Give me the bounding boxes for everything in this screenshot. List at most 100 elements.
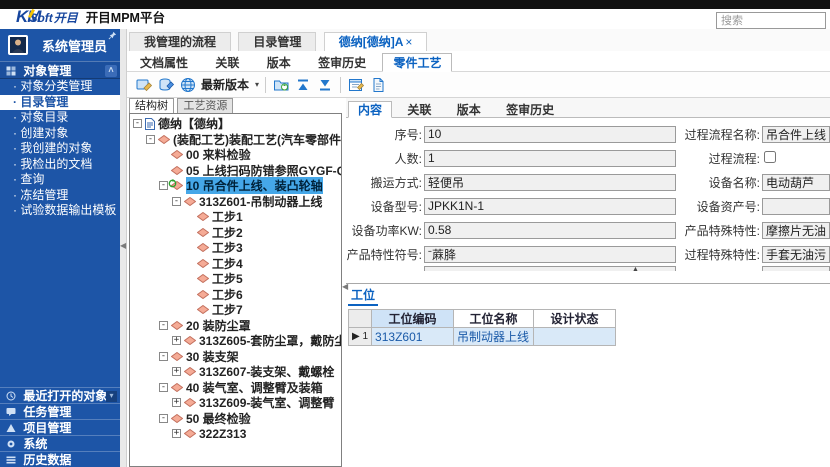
tree-node-selected[interactable]: - 10 吊合件上线、装凸轮轴 — [130, 178, 341, 194]
globe-button[interactable] — [177, 75, 199, 95]
collapse-to-top-button[interactable] — [292, 75, 314, 95]
tree-node[interactable]: 工步4 — [130, 256, 341, 272]
tab-relations-detail[interactable]: 关联 — [397, 101, 441, 118]
calendar-edit-button[interactable] — [345, 75, 367, 95]
col-station-code[interactable]: 工位编码 — [372, 310, 454, 328]
document-copy-button[interactable] — [367, 75, 389, 95]
sidebar-item-directory-management[interactable]: · 目录管理 — [0, 95, 120, 111]
tab-station[interactable]: 工位 — [348, 286, 378, 306]
tree-collapse-icon[interactable]: - — [133, 119, 142, 128]
tree-node[interactable]: + 313Z607-装支架、戴螺栓 — [130, 364, 341, 380]
user-avatar[interactable] — [8, 35, 28, 55]
sidebar-item-object-directory[interactable]: · 对象目录 — [0, 110, 120, 126]
sidebar-item-my-checked-out-docs[interactable]: · 我检出的文档 — [0, 157, 120, 173]
tree-collapse-icon[interactable]: - — [172, 197, 181, 206]
tree-node[interactable]: - 50 最终检验 — [130, 411, 341, 427]
tree-node[interactable]: 工步5 — [130, 271, 341, 287]
tree-expand-icon[interactable]: + — [172, 367, 181, 376]
col-design-status[interactable]: 设计状态 — [534, 310, 616, 328]
tab-process-resources[interactable]: 工艺资源 — [177, 98, 233, 113]
tree-collapse-icon[interactable]: - — [159, 321, 168, 330]
section-collapse-icon[interactable]: ˄ — [105, 65, 117, 77]
asset-number-input[interactable] — [762, 198, 830, 215]
pin-icon[interactable] — [108, 31, 117, 40]
process-special-input[interactable] — [762, 246, 830, 263]
sidebar-item-freeze-management[interactable]: · 冻结管理 — [0, 188, 120, 204]
tree-node[interactable]: 00 来料检验 — [130, 147, 341, 163]
device-name-input[interactable] — [762, 174, 830, 191]
tree-collapse-icon[interactable]: - — [159, 181, 168, 190]
tree-node[interactable]: - 40 装气室、调整臂及装箱 — [130, 380, 341, 396]
tab-versions[interactable]: 版本 — [256, 53, 302, 72]
sidebar-item-create-object[interactable]: · 创建对象 — [0, 126, 120, 142]
row-selector-cell[interactable]: ▶ 1 — [349, 328, 372, 346]
tab-close-icon[interactable]: × — [405, 35, 412, 49]
flow-name-input[interactable] — [762, 126, 830, 143]
design-status-cell[interactable] — [534, 328, 616, 346]
version-dropdown[interactable]: 最新版本 ▾ — [201, 76, 259, 93]
tree-node[interactable]: 工步1 — [130, 209, 341, 225]
tab-my-managed-flows[interactable]: 我管理的流程 — [129, 32, 231, 51]
panel-collapse-icon[interactable]: ◀ — [342, 282, 348, 291]
tree-node[interactable]: 工步3 — [130, 240, 341, 256]
edit-document-button[interactable] — [133, 75, 155, 95]
tree-node[interactable]: - 20 装防尘罩 — [130, 318, 341, 334]
tree-expand-icon[interactable]: + — [172, 336, 181, 345]
folder-sync-button[interactable] — [270, 75, 292, 95]
tree-node[interactable]: + 313Z605-套防尘罩，戴防尘罩螺 — [130, 333, 341, 349]
tab-versions-detail[interactable]: 版本 — [447, 101, 491, 118]
tree-collapse-icon[interactable]: - — [159, 414, 168, 423]
tree-node-root[interactable]: - 德纳【德纳】 — [130, 116, 341, 132]
tree-expand-icon[interactable]: + — [172, 398, 181, 407]
tab-relations[interactable]: 关联 — [204, 53, 250, 72]
tab-part-process[interactable]: 零件工艺 — [382, 53, 452, 72]
recent-dropdown-icon[interactable]: ▾ — [106, 391, 117, 402]
tab-document-properties[interactable]: 文档属性 — [129, 53, 199, 72]
tab-sign-history-detail[interactable]: 签审历史 — [496, 101, 564, 118]
sidebar-section-history-data[interactable]: 历史数据 — [0, 451, 120, 467]
tree-node[interactable]: + 313Z609-装气室、调整臂 — [130, 395, 341, 411]
sidebar-section-recent-objects[interactable]: 最近打开的对象 ▾ — [0, 387, 120, 403]
tree-collapse-icon[interactable]: - — [159, 383, 168, 392]
col-station-name[interactable]: 工位名称 — [454, 310, 534, 328]
tree-node[interactable]: 工步2 — [130, 225, 341, 241]
tab-sign-history[interactable]: 签审历史 — [307, 53, 377, 72]
edit-database-button[interactable] — [155, 75, 177, 95]
tab-dana-active[interactable]: 德纳[德纳]A× — [324, 32, 428, 51]
sidebar-section-object-management[interactable]: 对象管理 ˄ — [0, 61, 120, 79]
clipped-input[interactable] — [762, 266, 830, 271]
tree-node[interactable]: - (装配工艺)装配工艺(汽车零部件) — [130, 132, 341, 148]
tab-content[interactable]: 内容 — [348, 101, 392, 118]
search-input[interactable] — [716, 12, 826, 29]
process-flow-checkbox[interactable] — [764, 151, 776, 163]
product-special-input[interactable] — [762, 222, 830, 239]
seq-input[interactable] — [424, 126, 676, 143]
tab-structure-tree[interactable]: 结构树 — [129, 98, 174, 113]
handling-method-input[interactable] — [424, 174, 676, 191]
sidebar-item-query[interactable]: · 查询 — [0, 172, 120, 188]
collapse-to-bottom-button[interactable] — [314, 75, 336, 95]
sidebar-section-task-management[interactable]: 任务管理 — [0, 403, 120, 419]
sidebar-item-object-class[interactable]: · 对象分类管理 — [0, 79, 120, 95]
station-code-cell[interactable]: 313Z601 — [372, 328, 454, 346]
device-power-input[interactable] — [424, 222, 676, 239]
device-model-input[interactable] — [424, 198, 676, 215]
people-count-input[interactable] — [424, 150, 676, 167]
tree-node[interactable]: - 30 装支架 — [130, 349, 341, 365]
station-name-cell[interactable]: 吊制动器上线 — [454, 328, 534, 346]
tree-node[interactable]: 工步7 — [130, 302, 341, 318]
sidebar-splitter[interactable]: ◀ — [120, 29, 127, 467]
sidebar-section-project-management[interactable]: 项目管理 — [0, 419, 120, 435]
tree-node[interactable]: - 313Z601-吊制动器上线 — [130, 194, 341, 210]
station-table-row[interactable]: ▶ 1 313Z601 吊制动器上线 — [349, 328, 616, 346]
sidebar-item-test-data-template[interactable]: · 试验数据输出模板 — [0, 203, 120, 219]
tree-node[interactable]: + 322Z313 — [130, 426, 341, 442]
tree-collapse-icon[interactable]: - — [159, 352, 168, 361]
feature-symbol-input[interactable] — [424, 246, 676, 263]
tree-expand-icon[interactable]: + — [172, 429, 181, 438]
sidebar-item-my-created-objects[interactable]: · 我创建的对象 — [0, 141, 120, 157]
tree-node[interactable]: 工步6 — [130, 287, 341, 303]
tree-node[interactable]: 05 上线扫码防错参照GYGF-Q-00 — [130, 163, 341, 179]
tree-collapse-icon[interactable]: - — [146, 135, 155, 144]
scroll-up-icon[interactable]: ▲ — [632, 266, 639, 271]
